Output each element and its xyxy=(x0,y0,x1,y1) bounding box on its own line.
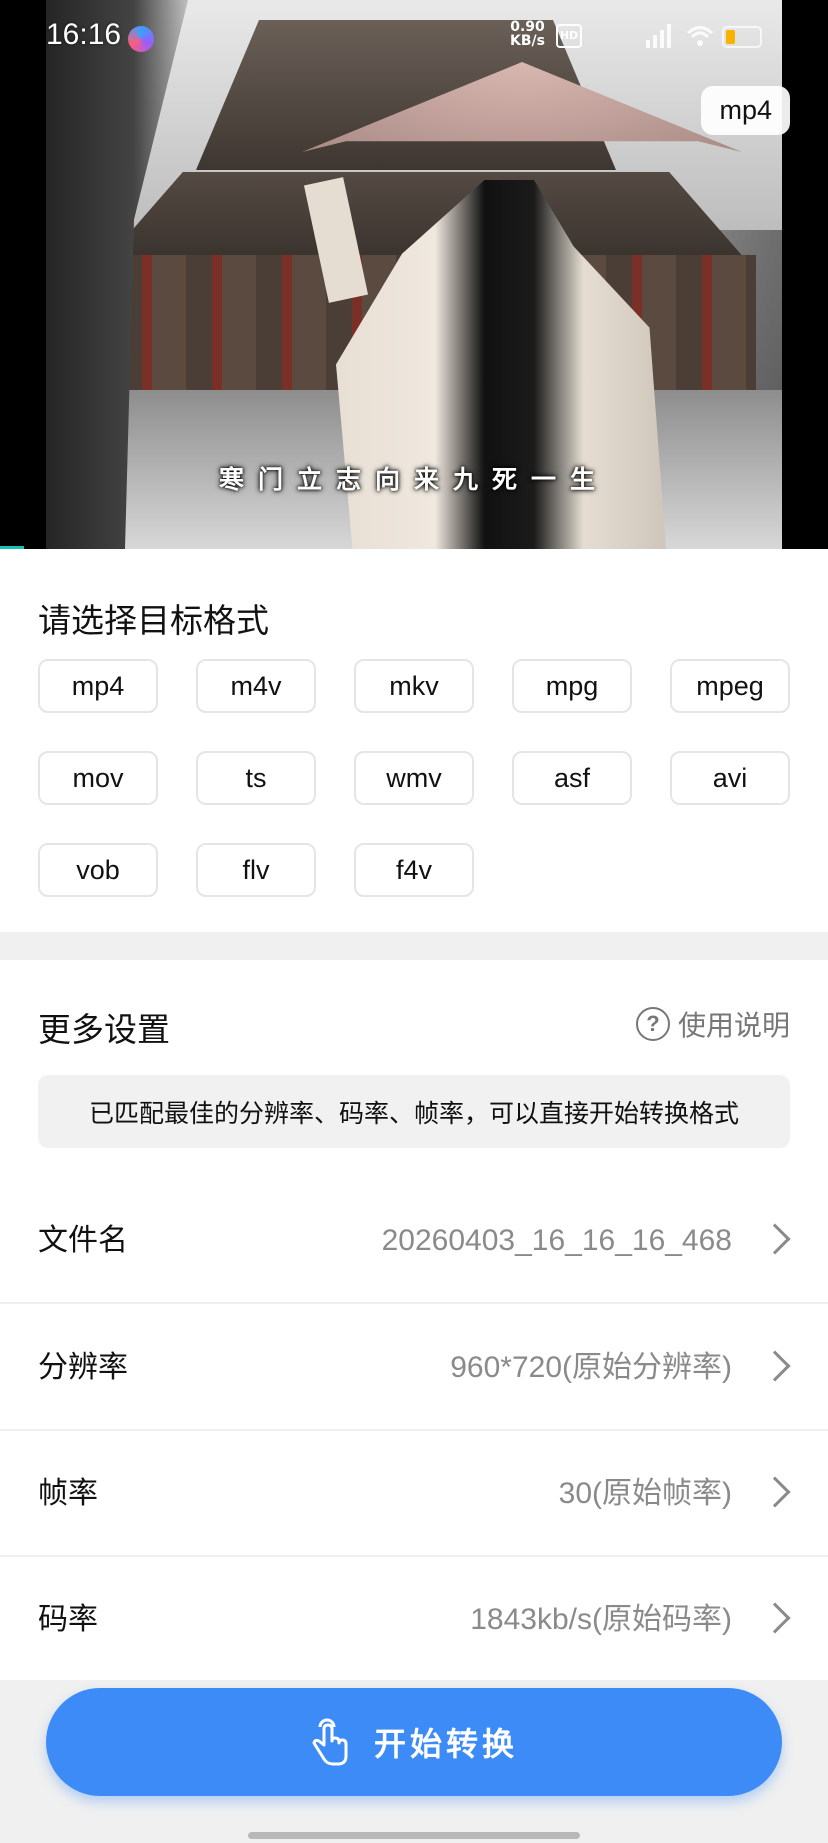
row-value: 960*720(原始分辨率) xyxy=(450,1351,732,1384)
format-option-vob[interactable]: vob xyxy=(38,843,158,897)
format-option-mpg[interactable]: mpg xyxy=(512,659,632,713)
current-format-tag: mp4 xyxy=(701,86,790,135)
format-option-asf[interactable]: asf xyxy=(512,751,632,805)
format-option-wmv[interactable]: wmv xyxy=(354,751,474,805)
row-label: 分辨率 xyxy=(38,1350,128,1385)
playback-progress xyxy=(0,546,24,549)
resolution-row[interactable]: 分辨率 960*720(原始分辨率) xyxy=(0,1305,828,1431)
usage-help-link[interactable]: ? 使用说明 xyxy=(635,1004,790,1044)
framerate-row[interactable]: 帧率 30(原始帧率) xyxy=(0,1431,828,1557)
row-value: 20260403_16_16_16_468 xyxy=(381,1224,732,1257)
status-time: 16:16 xyxy=(46,18,122,51)
question-circle-icon: ? xyxy=(635,1007,670,1041)
row-label: 码率 xyxy=(38,1602,98,1637)
network-speed: 0.90 KB/s xyxy=(510,19,545,49)
home-indicator[interactable] xyxy=(248,1832,580,1839)
battery-icon xyxy=(722,26,762,48)
format-section-title: 请选择目标格式 xyxy=(38,601,269,640)
start-convert-label: 开始转换 xyxy=(373,1725,518,1763)
format-option-flv[interactable]: flv xyxy=(196,843,316,897)
format-option-f4v[interactable]: f4v xyxy=(354,843,474,897)
chevron-right-icon xyxy=(759,1350,791,1382)
usage-help-label: 使用说明 xyxy=(677,1009,790,1042)
status-bar: 16:16 0.90 KB/s HD xyxy=(0,0,828,74)
tap-hand-icon xyxy=(312,1718,348,1766)
hd-icon: HD xyxy=(556,24,582,48)
chevron-right-icon xyxy=(759,1602,791,1634)
filename-row[interactable]: 文件名 20260403_16_16_16_468 xyxy=(0,1178,828,1304)
row-label: 文件名 xyxy=(38,1223,128,1258)
bitrate-row[interactable]: 码率 1843kb/s(原始码率) xyxy=(0,1557,828,1683)
format-option-avi[interactable]: avi xyxy=(670,751,790,805)
row-label: 帧率 xyxy=(38,1476,98,1511)
section-divider xyxy=(0,932,828,960)
app-notification-icon xyxy=(128,26,154,52)
settings-hint: 已匹配最佳的分辨率、码率、帧率，可以直接开始转换格式 xyxy=(38,1075,790,1148)
format-option-mkv[interactable]: mkv xyxy=(354,659,474,713)
video-preview[interactable]: 寒门立志向来九死一生 mp4 xyxy=(0,0,828,549)
signal-icon xyxy=(646,22,671,48)
format-option-mov[interactable]: mov xyxy=(38,751,158,805)
format-option-ts[interactable]: ts xyxy=(196,751,316,805)
chevron-right-icon xyxy=(759,1223,791,1255)
wifi-icon xyxy=(686,26,714,46)
video-subtitle: 寒门立志向来九死一生 xyxy=(218,465,609,494)
format-option-mp4[interactable]: mp4 xyxy=(38,659,158,713)
chevron-right-icon xyxy=(759,1476,791,1508)
row-value: 1843kb/s(原始码率) xyxy=(470,1603,732,1636)
format-option-m4v[interactable]: m4v xyxy=(196,659,316,713)
row-value: 30(原始帧率) xyxy=(558,1477,732,1510)
more-settings-title: 更多设置 xyxy=(38,1010,170,1049)
start-convert-button[interactable]: 开始转换 xyxy=(46,1688,782,1796)
format-option-mpeg[interactable]: mpeg xyxy=(670,659,790,713)
